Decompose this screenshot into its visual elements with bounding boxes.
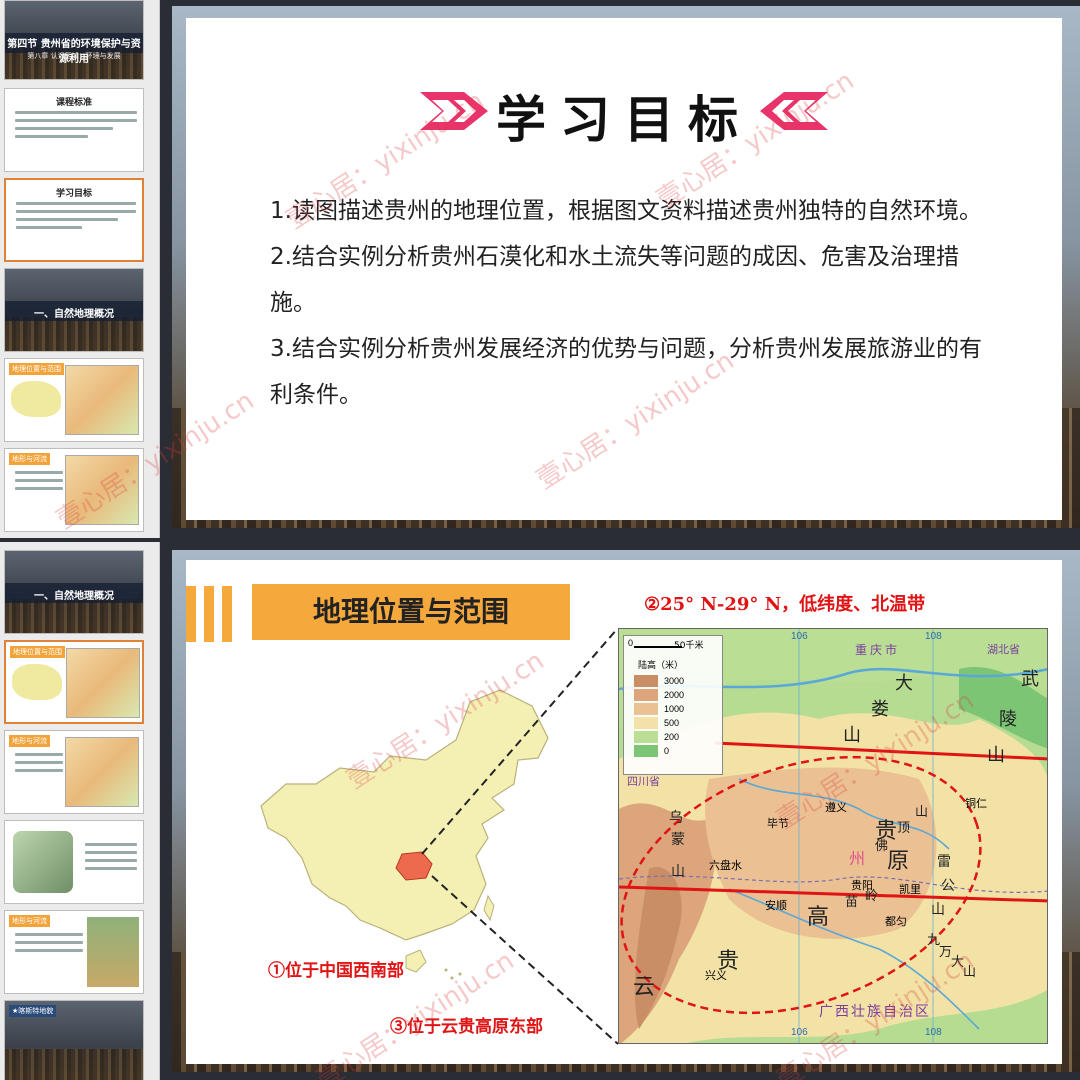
city-label: 凯里 (899, 883, 921, 896)
terrain-label: 贵 (717, 949, 740, 974)
thumbnail-section-one[interactable]: 一、自然地理概况 (4, 550, 144, 634)
longitude-label: 106 (791, 631, 808, 642)
terrain-label: 武 (1021, 669, 1039, 690)
thumbnail-terrain[interactable]: 地形与河流 (4, 730, 144, 814)
learning-goals-list: 1.读图描述贵州的地理位置，根据图文资料描述贵州独特的自然环境。 2.结合实例分… (270, 188, 992, 418)
city-label: 安顺 (765, 899, 787, 912)
double-arrow-left-icon (760, 92, 828, 130)
legend-title: 陆高（米） (638, 661, 684, 671)
goal-item: 3.结合实例分析贵州发展经济的优势与问题，分析贵州发展旅游业的有利条件。 (270, 336, 982, 408)
thumbnail-location[interactable]: 地理位置与范围 (4, 640, 144, 724)
slide-location-range: 地理位置与范围 ②25° N-29° N，低纬度、北温带 ①位于中国西南部 ③位… (172, 550, 1080, 1072)
thumbnail-terrain-2[interactable]: 地形与河流 (4, 910, 144, 994)
thumbnail-tag: 地理位置与范围 (9, 363, 64, 375)
legend-swatch (634, 745, 658, 757)
scale-zero: 0 (628, 638, 634, 648)
city-label: 铜仁 (965, 797, 987, 810)
thumbnail-tag: 地形与河流 (9, 735, 50, 747)
thumbnail-terrain[interactable]: 地形与河流 (4, 448, 144, 532)
terrain-label: 公 (941, 878, 955, 894)
thumbnail-course-standard[interactable]: 课程标准 (4, 88, 144, 172)
caption-southwest: ①位于中国西南部 (268, 961, 404, 981)
legend-label: 0 (664, 746, 670, 756)
city-label: 遵义 (825, 801, 847, 814)
legend-swatch (634, 689, 658, 701)
terrain-label: 山 (671, 864, 685, 880)
terrain-label: 陵 (999, 709, 1017, 730)
terrain-label: 州 (849, 849, 866, 868)
longitude-label: 106 (791, 1027, 808, 1038)
slide-learning-goals: 学习目标 1.读图描述贵州的地理位置，根据图文资料描述贵州独特的自然环境。 2.… (172, 6, 1080, 528)
china-map (260, 689, 549, 980)
region-label: 重庆市 (855, 643, 901, 657)
terrain-label: 雷 (937, 854, 951, 870)
thumbnail-location[interactable]: 地理位置与范围 (4, 358, 144, 442)
longitude-label: 108 (925, 1027, 942, 1038)
terrain-label: 山 (931, 902, 945, 918)
city-label: 都匀 (885, 915, 907, 928)
terrain-label: 顶 (897, 821, 911, 836)
thumbnail-tag: 地形与河流 (9, 453, 50, 465)
terrain-label: 大 (895, 673, 913, 694)
slide-thumbnail-panel: 第四节 贵州省的环境保护与资源利用 第八章 认识区域：环境与发展 课程标准 学习… (0, 0, 160, 538)
terrain-label: 苗 (845, 895, 859, 910)
legend-swatch (634, 675, 658, 687)
thumbnail-learning-goals[interactable]: 学习目标 (4, 178, 144, 262)
slide-content-panel: 学习目标 1.读图描述贵州的地理位置，根据图文资料描述贵州独特的自然环境。 2.… (186, 18, 1062, 520)
thumbnail-slide-title[interactable]: 第四节 贵州省的环境保护与资源利用 第八章 认识区域：环境与发展 (4, 0, 144, 80)
guizhou-topographic-map: 0 50千米 陆高（米） 3000 2000 1000 500 200 0 10… (618, 628, 1048, 1044)
thumbnail-karst[interactable]: ★喀斯特地貌 (4, 1000, 144, 1080)
terrain-label: 乌 (669, 810, 683, 826)
thumbnail-heading: 课程标准 (55, 98, 92, 108)
terrain-label: 原 (887, 849, 910, 874)
terrain-label: 山 (915, 805, 929, 820)
legend-swatch (634, 717, 658, 729)
region-label: 广西壮族自治区 (819, 1004, 931, 1020)
city-label: 六盘水 (709, 859, 742, 872)
terrain-label: 蒙 (671, 832, 685, 848)
map-legend: 0 50千米 陆高（米） 3000 2000 1000 500 200 0 (623, 635, 723, 775)
thumbnail-poem[interactable] (4, 820, 144, 904)
legend-label: 2000 (664, 690, 685, 700)
terrain-label: 山 (987, 745, 1005, 766)
terrain-label: 佛 (875, 839, 889, 854)
terrain-label: 娄 (871, 699, 889, 720)
thumbnail-heading: 学习目标 (55, 189, 92, 199)
caption-plateau-east: ③位于云贵高原东部 (390, 1017, 543, 1037)
terrain-label: 岭 (865, 889, 879, 904)
terrain-label: 山 (963, 965, 977, 980)
legend-label: 1000 (664, 704, 685, 714)
slide-content-panel: 地理位置与范围 ②25° N-29° N，低纬度、北温带 ①位于中国西南部 ③位… (186, 560, 1062, 1064)
decor-bar (186, 586, 196, 642)
legend-label: 3000 (664, 676, 685, 686)
terrain-label: 云 (633, 975, 656, 1000)
legend-swatch (634, 703, 658, 715)
thumbnail-tag: 地理位置与范围 (10, 646, 65, 658)
legend-swatches: 3000 2000 1000 500 200 0 (634, 674, 684, 758)
slide-title: 学习目标 (496, 91, 752, 149)
longitude-label: 108 (925, 631, 942, 642)
terrain-label: 高 (807, 905, 830, 930)
legend-swatch (634, 731, 658, 743)
decor-bar (222, 586, 232, 642)
thumbnail-title-text: 一、自然地理概况 (34, 591, 114, 602)
thumbnail-title-text: 一、自然地理概况 (34, 309, 114, 320)
latitude-note: ②25° N-29° N，低纬度、北温带 (644, 594, 926, 615)
thumbnail-subtitle-text: 第八章 认识区域：环境与发展 (27, 52, 121, 60)
goal-item: 2.结合实例分析贵州石漠化和水土流失等问题的成因、危害及治理措施。 (270, 244, 959, 316)
region-label: 四川省 (627, 775, 660, 788)
legend-label: 500 (664, 718, 680, 728)
slide-thumbnail-panel-lower: 一、自然地理概况 地理位置与范围 地形与河流 地形与河流 ★喀斯特地貌 (0, 542, 160, 1080)
thumbnail-tag: ★喀斯特地貌 (9, 1005, 57, 1017)
thumbnail-tag: 地形与河流 (9, 915, 50, 927)
section-title: 地理位置与范围 (252, 584, 570, 640)
decor-bar (204, 586, 214, 642)
region-label: 湖北省 (987, 643, 1020, 656)
terrain-label: 山 (843, 725, 861, 746)
city-label: 毕节 (767, 817, 789, 830)
legend-label: 200 (664, 732, 680, 742)
goal-item: 1.读图描述贵州的地理位置，根据图文资料描述贵州独特的自然环境。 (270, 198, 982, 224)
thumbnail-section-one[interactable]: 一、自然地理概况 (4, 268, 144, 352)
scale-label: 50千米 (674, 641, 704, 651)
